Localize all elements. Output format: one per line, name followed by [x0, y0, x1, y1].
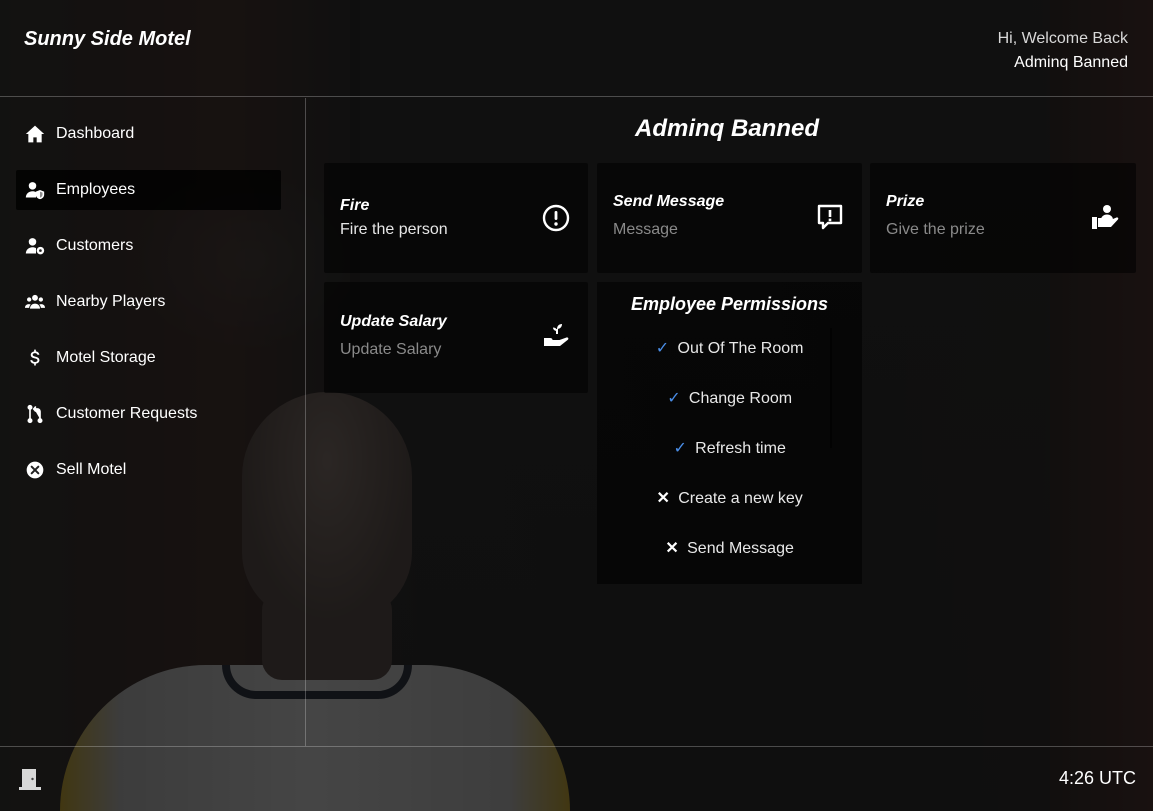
sidebar-item-label: Motel Storage: [56, 349, 156, 366]
sidebar-item-label: Employees: [56, 181, 136, 198]
check-icon: ✓: [673, 440, 687, 457]
sidebar-item-label: Sell Motel: [56, 461, 127, 478]
check-icon: ✓: [655, 340, 670, 357]
prize-card[interactable]: Prize Give the prize: [870, 163, 1136, 273]
welcome-greeting: Hi, Welcome Back: [997, 30, 1128, 47]
send-message-card[interactable]: Send Message Message: [597, 163, 862, 273]
sidebar: Dashboard Employees Customers Nearby Pla…: [0, 98, 306, 746]
message-alert-icon: [815, 202, 845, 232]
permission-label: Change Room: [688, 390, 793, 407]
send-message-card-subtitle: Message: [613, 221, 678, 238]
permission-create-new-key[interactable]: ✕ Create a new key: [597, 488, 862, 508]
clock-display: 4:26 UTC: [1058, 768, 1136, 788]
sidebar-item-nearby-players[interactable]: Nearby Players: [16, 282, 281, 322]
door-exit-icon[interactable]: [18, 767, 42, 791]
sidebar-item-label: Customer Requests: [56, 405, 198, 422]
fire-card-subtitle: Fire the person: [340, 221, 448, 238]
user-shield-icon: [24, 179, 46, 201]
sidebar-item-label: Customers: [56, 237, 134, 254]
update-salary-card-title: Update Salary: [340, 313, 447, 330]
x-icon: ✕: [656, 490, 670, 507]
permission-change-room[interactable]: ✓ Change Room: [597, 388, 862, 408]
sidebar-item-sell-motel[interactable]: Sell Motel: [16, 450, 281, 490]
dollar-icon: [24, 347, 46, 369]
welcome-block: Hi, Welcome Back Adminq Banned: [998, 27, 1128, 75]
header: Sunny Side Motel Hi, Welcome Back Adminq…: [0, 0, 1153, 97]
footer: 4:26 UTC: [0, 746, 1153, 811]
welcome-username: Adminq Banned: [1014, 54, 1128, 71]
update-salary-card-subtitle: Update Salary: [340, 341, 442, 358]
sidebar-item-employees[interactable]: Employees: [16, 170, 281, 210]
sidebar-item-motel-storage[interactable]: Motel Storage: [16, 338, 281, 378]
permission-out-of-the-room[interactable]: ✓ Out Of The Room: [597, 338, 862, 358]
sidebar-item-label: Nearby Players: [56, 293, 166, 310]
permissions-title: Employee Permissions: [630, 294, 829, 314]
brand-title: Sunny Side Motel: [24, 28, 191, 50]
pull-request-icon: [24, 403, 46, 425]
prize-card-title: Prize: [886, 193, 925, 210]
page-title-text: Adminq Banned: [635, 115, 819, 142]
fire-card[interactable]: Fire Fire the person: [324, 163, 588, 273]
fire-card-title: Fire: [340, 197, 370, 214]
hand-seedling-icon: [542, 320, 572, 350]
prize-card-subtitle: Give the prize: [886, 221, 985, 238]
hand-holding-user-icon: [1090, 203, 1120, 233]
sidebar-item-label: Dashboard: [56, 125, 135, 142]
sidebar-item-customer-requests[interactable]: Customer Requests: [16, 394, 281, 434]
permission-send-message[interactable]: ✕ Send Message: [597, 538, 862, 558]
update-salary-card[interactable]: Update Salary Update Salary: [324, 282, 588, 393]
employee-permissions-panel: Employee Permissions ✓ Out Of The Room ✓ C…: [597, 282, 862, 584]
permission-refresh-time[interactable]: ✓ Refresh time: [597, 438, 862, 458]
permission-label: Refresh time: [695, 440, 786, 457]
x-icon: ✕: [665, 540, 679, 557]
sidebar-item-dashboard[interactable]: Dashboard: [16, 114, 281, 154]
user-gear-icon: [24, 235, 46, 257]
send-message-card-title: Send Message: [613, 193, 725, 210]
check-icon: ✓: [667, 390, 681, 407]
exclamation-circle-icon: [541, 203, 571, 233]
permission-label: Send Message: [687, 540, 794, 557]
permission-label: Out Of The Room: [677, 340, 804, 357]
permission-label: Create a new key: [678, 490, 803, 507]
users-icon: [24, 291, 46, 313]
sidebar-item-customers[interactable]: Customers: [16, 226, 281, 266]
page-title: Adminq Banned: [306, 115, 1153, 143]
home-icon: [24, 123, 46, 145]
circle-x-icon: [24, 459, 46, 481]
